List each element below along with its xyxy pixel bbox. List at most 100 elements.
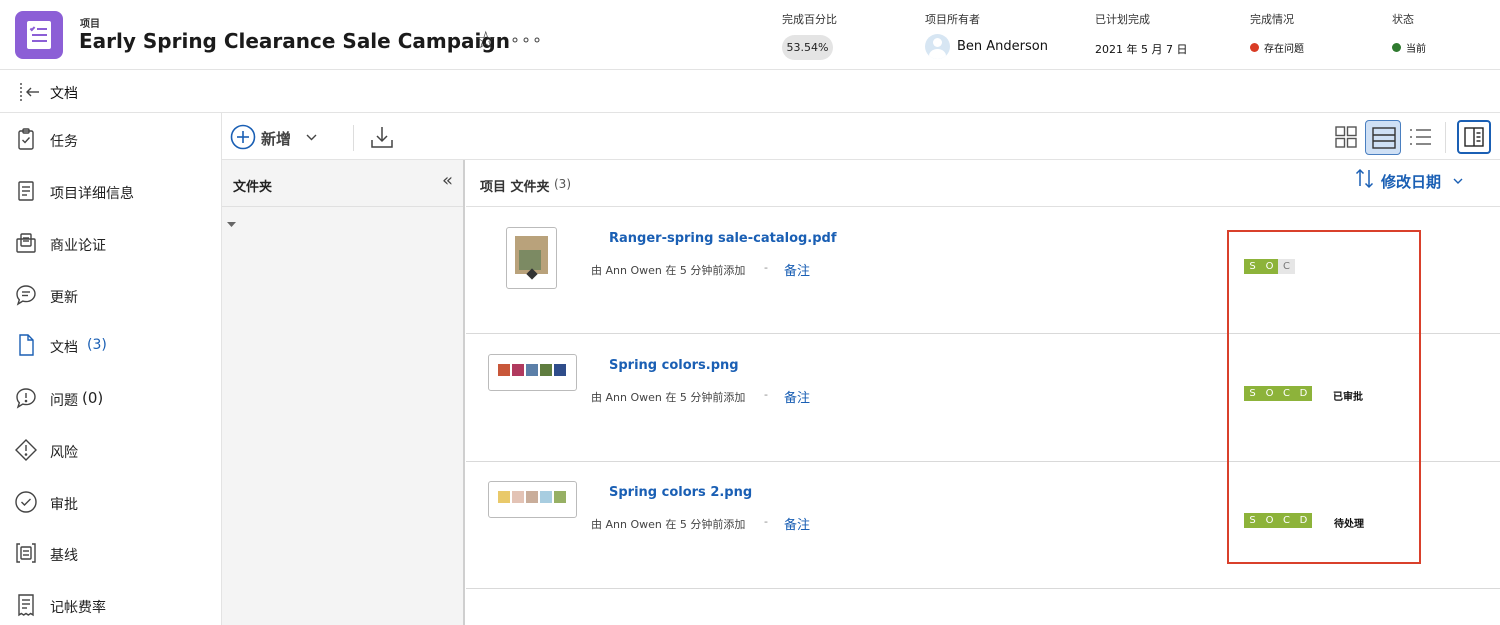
toolbar-divider [353, 125, 354, 151]
file-meta-separator: - [764, 515, 768, 528]
color-swatch [554, 491, 566, 503]
list-view-icon[interactable] [1408, 127, 1432, 147]
nav-item-tasks[interactable]: 任务 [0, 119, 221, 159]
file-name-link[interactable]: Spring colors.png [609, 358, 739, 373]
status-label: 状态 [1392, 13, 1414, 26]
file-meta: 由 Ann Owen 在 5 分钟前添加 [591, 391, 746, 404]
catalog-photo-shade [519, 250, 541, 270]
chevron-down-icon [1453, 178, 1463, 184]
side-panel-icon [1464, 127, 1484, 147]
planned-completion-value[interactable]: 2021 年 5 月 7 日 [1095, 41, 1187, 57]
grid-view-icon[interactable] [1334, 125, 1358, 149]
file-icon [19, 334, 34, 356]
color-swatch [526, 364, 538, 376]
notes-link[interactable]: 备注 [784, 387, 810, 406]
receipt-icon [18, 594, 34, 617]
nav-item-documents[interactable]: 文档 (3) [0, 325, 221, 365]
page-title: Early Spring Clearance Sale Campaign [79, 29, 510, 53]
details-panel-button[interactable] [1457, 120, 1491, 154]
project-header: 项目 Early Spring Clearance Sale Campaign … [0, 0, 1500, 70]
nav-item-billing-rates[interactable]: 记帐费率 [0, 585, 221, 625]
percent-complete-badge: 53.54% [782, 35, 833, 60]
toolbar: 新增 [222, 113, 1500, 160]
nav-item-project-details[interactable]: 项目详细信息 [0, 171, 221, 211]
nav-item-risks[interactable]: 风险 [0, 430, 221, 470]
section-bar: 文档 [0, 70, 1500, 113]
plus-circle-icon [230, 124, 256, 150]
row-view-icon [1372, 127, 1396, 149]
toolbar-divider [1445, 122, 1446, 153]
status-dot-icon [1392, 43, 1401, 52]
condition-value[interactable]: 存在问题 [1264, 40, 1304, 55]
file-meta-separator: - [764, 388, 768, 401]
nav-label-approvals: 审批 [50, 497, 78, 513]
more-options-icon[interactable]: ∘∘∘ [510, 30, 543, 49]
nav-item-updates[interactable]: 更新 [0, 275, 221, 315]
owner-name[interactable]: Ben Anderson [957, 39, 1048, 54]
folder-pane: 文件夹 « [222, 160, 465, 625]
nav-item-baselines[interactable]: 基线 [0, 533, 221, 573]
color-swatch [540, 364, 552, 376]
list-count: (3) [554, 177, 571, 191]
avatar[interactable] [925, 34, 950, 59]
nav-count-documents: (3) [87, 337, 107, 353]
condition-dot-icon [1250, 43, 1259, 52]
nav-label-tasks: 任务 [50, 134, 78, 150]
nav-item-business-case[interactable]: 商业论证 [0, 223, 221, 263]
nav-label-baselines: 基线 [50, 548, 78, 564]
color-swatch [526, 491, 538, 503]
sort-arrows-icon [1355, 168, 1374, 189]
file-name-link[interactable]: Ranger-spring sale-catalog.pdf [609, 231, 837, 246]
notes-link[interactable]: 备注 [784, 260, 810, 279]
chevron-down-icon [306, 134, 317, 141]
project-kicker: 项目 [80, 19, 100, 30]
tree-expand-caret-icon[interactable] [227, 222, 236, 228]
color-swatch [498, 491, 510, 503]
clipboard-check-icon [18, 128, 34, 150]
list-header: 项目 文件夹 (3) 修改日期 [466, 160, 1500, 207]
collapse-nav-icon[interactable] [19, 82, 41, 102]
download-icon[interactable] [370, 125, 394, 149]
nav-label-billing-rates: 记帐费率 [50, 600, 106, 616]
check-circle-icon [15, 491, 37, 513]
pdf-thumbnail[interactable] [506, 227, 557, 289]
nav-item-approvals[interactable]: 审批 [0, 482, 221, 522]
image-thumbnail[interactable] [488, 354, 577, 391]
risk-diamond-icon [15, 439, 37, 461]
left-nav: 任务 项目详细信息 商业论证 更新 文档 (3) 问题 (0) 风险 审批 基线… [0, 113, 222, 625]
nav-label-issues: 问题 [50, 393, 78, 409]
file-name-link[interactable]: Spring colors 2.png [609, 485, 752, 500]
color-swatch [498, 364, 510, 376]
sort-button[interactable]: 修改日期 [1354, 167, 1464, 193]
owner-label: 项目所有者 [925, 13, 980, 26]
chat-bubble-icon [16, 285, 36, 306]
app: 项目 Early Spring Clearance Sale Campaign … [0, 0, 1500, 625]
image-thumbnail[interactable] [488, 481, 577, 518]
briefcase-doc-icon [16, 233, 36, 253]
highlight-box [1227, 230, 1421, 564]
collapse-double-chevron-icon[interactable]: « [442, 170, 453, 191]
file-meta: 由 Ann Owen 在 5 分钟前添加 [591, 264, 746, 277]
color-swatch [512, 491, 524, 503]
star-icon[interactable]: ☆ [475, 28, 497, 52]
list-title: 项目 文件夹 [480, 180, 550, 195]
color-swatch [554, 364, 566, 376]
file-meta-separator: - [764, 261, 768, 274]
nav-label-updates: 更新 [50, 290, 78, 306]
section-title: 文档 [50, 86, 78, 102]
add-new-button[interactable]: 新增 [230, 124, 320, 150]
add-new-label: 新增 [261, 130, 292, 148]
row-view-button[interactable] [1365, 120, 1401, 155]
nav-item-issues[interactable]: 问题 (0) [0, 378, 221, 418]
folder-pane-title: 文件夹 [233, 180, 273, 195]
nav-label-project-details: 项目详细信息 [50, 186, 134, 202]
planned-completion-label: 已计划完成 [1095, 13, 1150, 26]
notes-link[interactable]: 备注 [784, 514, 810, 533]
project-icon [15, 11, 63, 59]
folder-pane-header: 文件夹 « [222, 160, 463, 207]
nav-count-issues: (0) [82, 389, 104, 407]
file-meta: 由 Ann Owen 在 5 分钟前添加 [591, 518, 746, 531]
baseline-icon [16, 543, 36, 563]
status-value[interactable]: 当前 [1406, 40, 1426, 55]
document-lines-icon [18, 181, 34, 201]
